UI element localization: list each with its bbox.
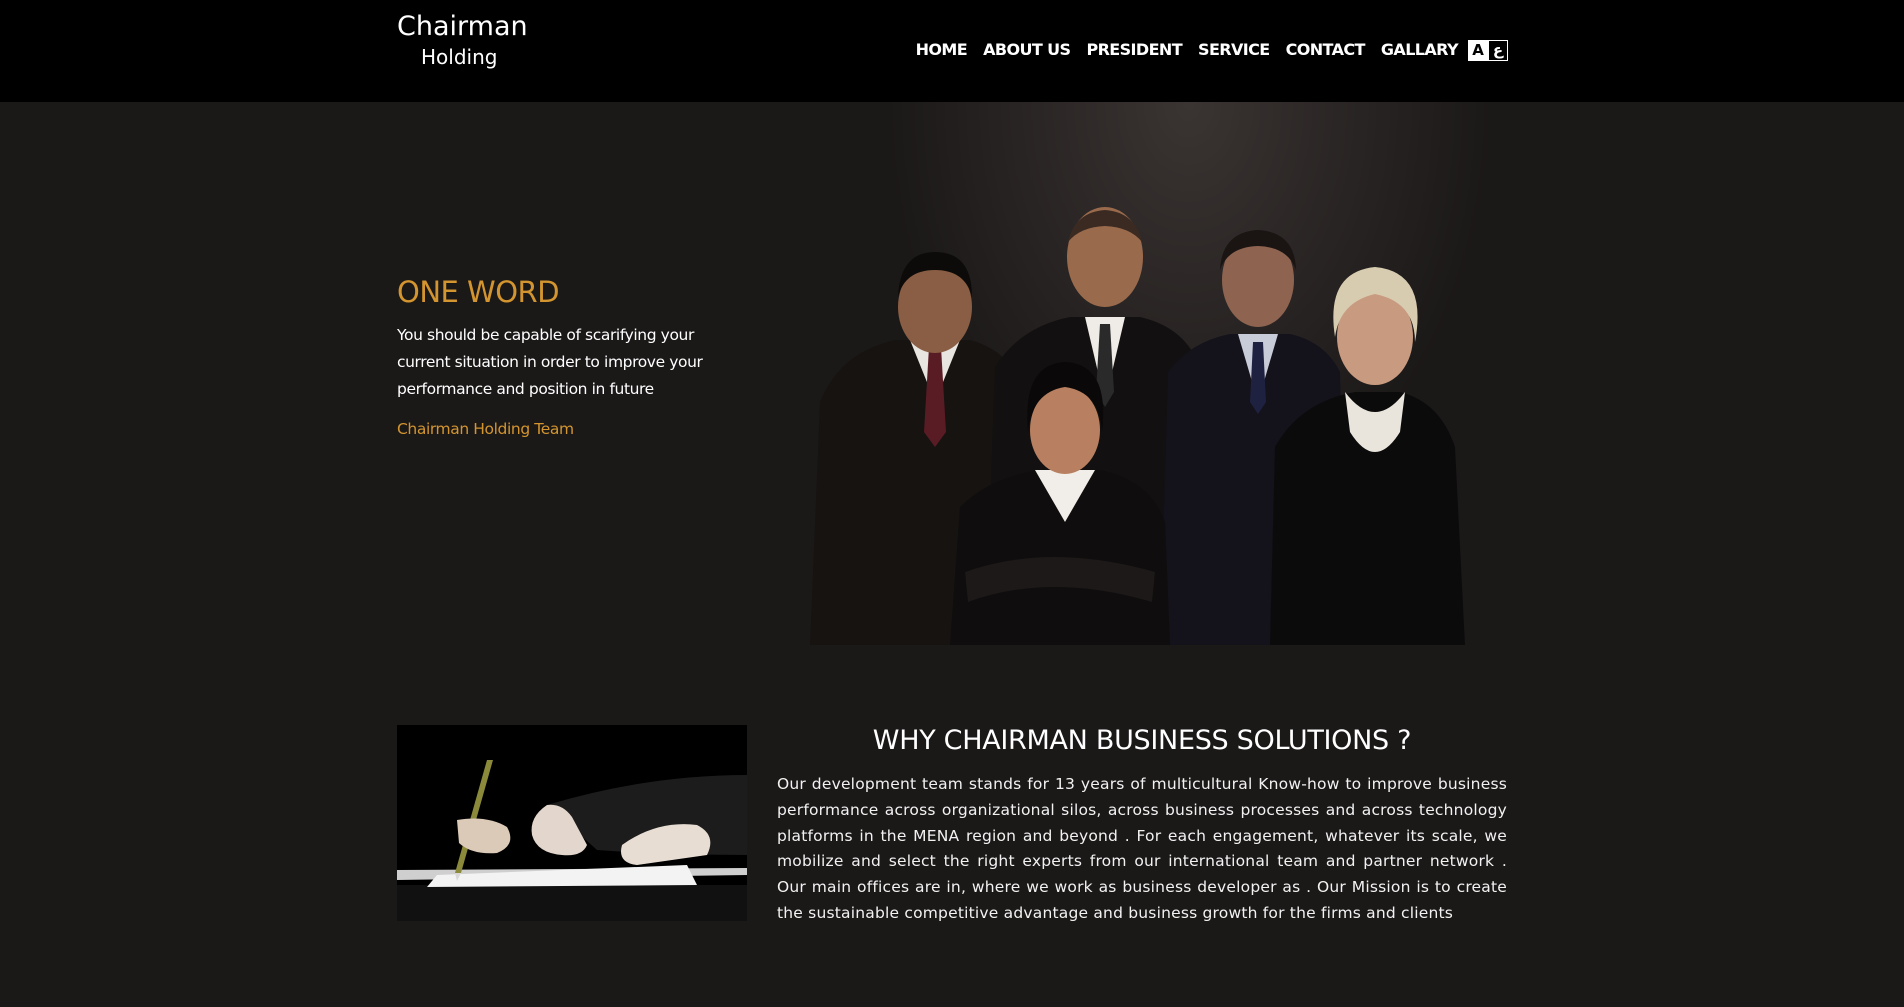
nav-gallary[interactable]: GALLARY: [1381, 38, 1459, 62]
nav-home[interactable]: HOME: [916, 38, 968, 62]
hero-body: You should be capable of scarifying your…: [397, 326, 703, 398]
lang-english-icon[interactable]: A: [1468, 39, 1488, 61]
nav-about-us[interactable]: ABOUT US: [983, 38, 1071, 62]
team-photo: [800, 102, 1507, 645]
language-switcher-icon[interactable]: A ع: [1468, 39, 1508, 61]
site-logo[interactable]: Chairman Holding: [397, 10, 528, 70]
nav-president[interactable]: PRESIDENT: [1086, 38, 1182, 62]
site-header: Chairman Holding HOME ABOUT US PRESIDENT…: [0, 0, 1904, 102]
why-body: Our development team stands for 13 years…: [777, 775, 1507, 922]
main-nav: HOME ABOUT US PRESIDENT SERVICE CONTACT …: [916, 38, 1508, 62]
why-section: WHY CHAIRMAN BUSINESS SOLUTIONS ? Our de…: [777, 720, 1507, 927]
signing-photo: [397, 725, 747, 921]
nav-service[interactable]: SERVICE: [1198, 38, 1270, 62]
nav-contact[interactable]: CONTACT: [1286, 38, 1366, 62]
signing-photo-illustration: [397, 725, 747, 921]
logo-line-2: Holding: [421, 45, 498, 69]
hero-signature: Chairman Holding Team: [397, 420, 574, 438]
team-photo-illustration: [810, 207, 1465, 645]
logo-line-1: Chairman: [397, 11, 528, 42]
lang-arabic-icon[interactable]: ع: [1488, 39, 1508, 61]
why-title: WHY CHAIRMAN BUSINESS SOLUTIONS ?: [872, 725, 1412, 756]
hero-quote: ONE WORD You should be capable of scarif…: [397, 272, 737, 438]
hero-title: ONE WORD: [397, 275, 560, 309]
